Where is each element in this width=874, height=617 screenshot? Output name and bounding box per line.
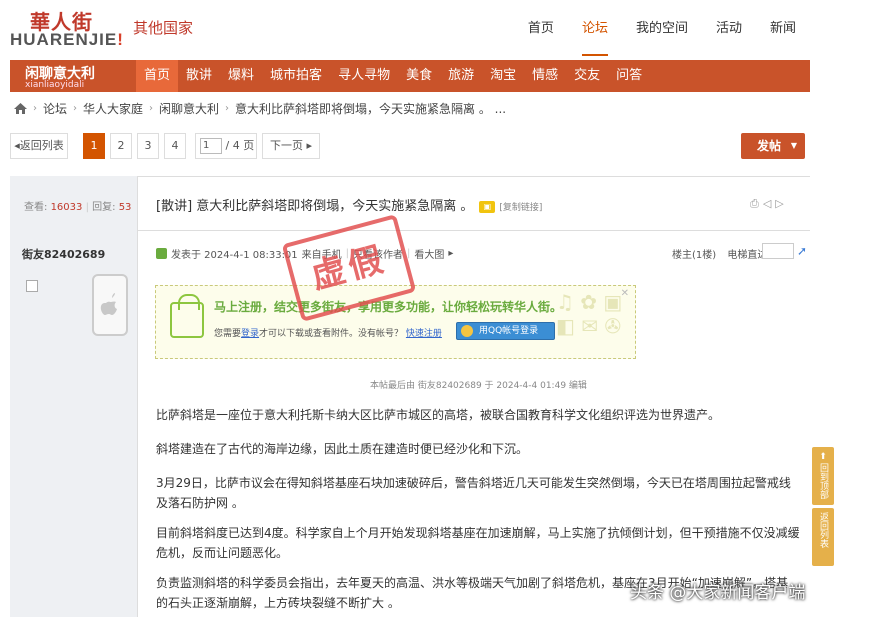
post-paragraph: 比萨斜塔是一座位于意大利托斯卡纳大区比萨市城区的高塔，被联合国教育科学文化组织评… [156, 408, 721, 422]
phone-icon [92, 274, 128, 336]
lock-icon [170, 294, 204, 338]
nav-item-qa[interactable]: 问答 [608, 60, 650, 92]
top-nav-news[interactable]: 新闻 [770, 17, 796, 56]
nav-item-emotion[interactable]: 情感 [524, 60, 566, 92]
nav-item-lost-found[interactable]: 寻人寻物 [330, 60, 398, 92]
logo-exclaim: ! [117, 30, 124, 49]
chevron-down-icon: ▼ [790, 141, 797, 150]
floor-jump-input[interactable] [762, 243, 794, 259]
post-date: 发表于 2024-4-1 08:33:01 [171, 250, 298, 261]
page-jump: 1 / 4 页 [195, 133, 257, 159]
page-2-button[interactable]: 2 [110, 133, 132, 159]
page-total: / 4 页 [225, 139, 255, 152]
up-arrow-icon: ⬆ [819, 452, 827, 462]
forum-pinyin: xianliaoyidali [25, 80, 85, 90]
image-tag-icon: ▣ [479, 200, 496, 213]
replies-count: 53 [118, 202, 132, 213]
nav-item-chat[interactable]: 散讲 [178, 60, 220, 92]
breadcrumb-separator: › [225, 103, 230, 114]
login-link[interactable]: 登录 [241, 329, 259, 339]
nav-item-home[interactable]: 首页 [136, 60, 179, 92]
thread-title-text: [散讲] 意大利比萨斜塔即将倒塌，今天实施紧急隔离 。 [156, 199, 474, 214]
nav-item-city-photo[interactable]: 城市拍客 [262, 60, 330, 92]
nav-item-food[interactable]: 美食 [398, 60, 440, 92]
thread-stats: 查看: 16033 | 回复: 53 [24, 202, 132, 213]
top-nav-events[interactable]: 活动 [716, 17, 742, 56]
logo-english[interactable]: HUARENJIE! [10, 30, 124, 50]
site-region[interactable]: 其他国家 [133, 17, 193, 38]
page-input[interactable]: 1 [200, 138, 222, 154]
register-text-pre: 您需要 [214, 329, 242, 339]
chevron-right-icon: ▸ [448, 248, 454, 259]
views-count: 16033 [50, 202, 83, 213]
print-icon[interactable]: ⎙ [750, 197, 759, 211]
post-paragraph: 3月29日，比萨市议会在得知斜塔基座石块加速破碎后，警告斜塔近几天可能发生突然倒… [156, 476, 791, 510]
register-headline[interactable]: 马上注册，结交更多街友，享用更多功能，让你轻松玩转华人街。 [214, 298, 562, 315]
online-status-icon [156, 248, 167, 259]
register-text: 您需要登录才可以下载或查看附件。没有帐号？ 快速注册 [214, 326, 442, 339]
go-arrow-icon[interactable]: ➚ [797, 244, 807, 258]
watermark: 头条 @大家新闻客户端 [630, 583, 806, 603]
breadcrumb-board[interactable]: 闲聊意大利 [159, 100, 219, 117]
back-label: 返回列表 [19, 139, 64, 152]
top-nav: 首页 论坛 我的空间 活动 新闻 [500, 17, 796, 56]
nav-item-travel[interactable]: 旅游 [440, 60, 482, 92]
nav-item-scoop[interactable]: 爆料 [220, 60, 262, 92]
back-to-list-button[interactable]: ◂返回列表 [10, 133, 68, 159]
nav-item-friends[interactable]: 交友 [566, 60, 608, 92]
back-to-top-button[interactable]: ⬆ 回到顶部 [812, 447, 834, 505]
site-header: 華人街 HUARENJIE! 其他国家 首页 论坛 我的空间 活动 新闻 [0, 0, 874, 56]
page-1-button[interactable]: 1 [83, 133, 105, 159]
breadcrumb: › 论坛 › 华人大家庭 › 闲聊意大利 › 意大利比萨斜塔即将倒塌，今天实施紧… [14, 100, 506, 117]
close-icon[interactable]: ✕ [621, 288, 629, 299]
view-large-link[interactable]: 看大图 [414, 246, 444, 261]
pager: ◂返回列表 1 2 3 4 1 / 4 页 下一页 ▸ 发帖 ▼ [10, 133, 810, 159]
next-arrow-icon: ▸ [306, 139, 313, 152]
post-paragraph: 斜塔建造在了古代的海岸边缘，因此土质在建造时便已经沙化和下沉。 [156, 442, 529, 456]
prev-thread-icon[interactable]: ◁ [763, 197, 771, 211]
author-name[interactable]: 街友82402689 [22, 246, 105, 262]
page-3-button[interactable]: 3 [137, 133, 159, 159]
copy-link[interactable]: [复制链接] [499, 203, 542, 213]
replies-label: 回复: [92, 202, 116, 213]
floor-number: 楼主(1楼) [672, 250, 717, 261]
back-to-top-label: 回到顶部 [818, 463, 828, 499]
post-paragraph: 目前斜塔斜度已达到4度。科学家自上个月开始发现斜塔基座在加速崩解，马上实施了抗倾… [156, 526, 800, 560]
qq-login-button[interactable]: 用QQ帐号登录 [456, 322, 555, 340]
decoration-icons: ♫ ✿ ▣ ◧ ✉ ✇ [556, 290, 623, 338]
views-label: 查看: [24, 202, 48, 213]
next-page-button[interactable]: 下一页 ▸ [262, 133, 320, 159]
home-icon[interactable] [14, 103, 27, 114]
logo-english-text: HUARENJIE [10, 30, 118, 49]
next-label: 下一页 [269, 139, 303, 152]
post-label: 发帖 [757, 139, 782, 153]
avatar[interactable] [26, 280, 38, 292]
quick-register-link[interactable]: 快速注册 [406, 329, 442, 339]
breadcrumb-separator: › [149, 103, 154, 114]
forum-nav-items: 首页 散讲 爆料 城市拍客 寻人寻物 美食 旅游 淘宝 情感 交友 问答 [136, 60, 650, 92]
new-post-button[interactable]: 发帖 ▼ [741, 133, 805, 159]
thread-title: [散讲] 意大利比萨斜塔即将倒塌，今天实施紧急隔离 。 ▣ [复制链接] [156, 195, 542, 214]
register-text-mid: 才可以下载或查看附件。没有帐号？ [259, 329, 404, 339]
breadcrumb-separator: › [73, 103, 78, 114]
return-list-button[interactable]: 返回列表 [812, 508, 834, 566]
title-tools: ⎙ ◁ ▷ [750, 197, 784, 211]
breadcrumb-separator: › [33, 103, 37, 114]
next-thread-icon[interactable]: ▷ [775, 197, 783, 211]
forum-navbar: 闲聊意大利 xianliaoyidali 首页 散讲 爆料 城市拍客 寻人寻物 … [10, 60, 810, 92]
top-nav-my-space[interactable]: 我的空间 [636, 17, 688, 56]
breadcrumb-forum[interactable]: 论坛 [43, 100, 67, 117]
page-4-button[interactable]: 4 [164, 133, 186, 159]
nav-item-shop[interactable]: 淘宝 [482, 60, 524, 92]
breadcrumb-category[interactable]: 华人大家庭 [83, 100, 143, 117]
return-list-label: 返回列表 [818, 512, 828, 548]
breadcrumb-thread[interactable]: 意大利比萨斜塔即将倒塌，今天实施紧急隔离 。 ... [235, 100, 506, 117]
floor-info: 楼主(1楼) 电梯直达 [672, 246, 767, 261]
top-nav-home[interactable]: 首页 [528, 17, 554, 56]
divider [138, 230, 810, 231]
top-nav-forum[interactable]: 论坛 [581, 17, 608, 56]
author-column: 查看: 16033 | 回复: 53 街友82402689 [10, 176, 138, 617]
edit-note: 本帖最后由 街友82402689 于 2024-4-4 01:49 编辑 [370, 381, 587, 391]
